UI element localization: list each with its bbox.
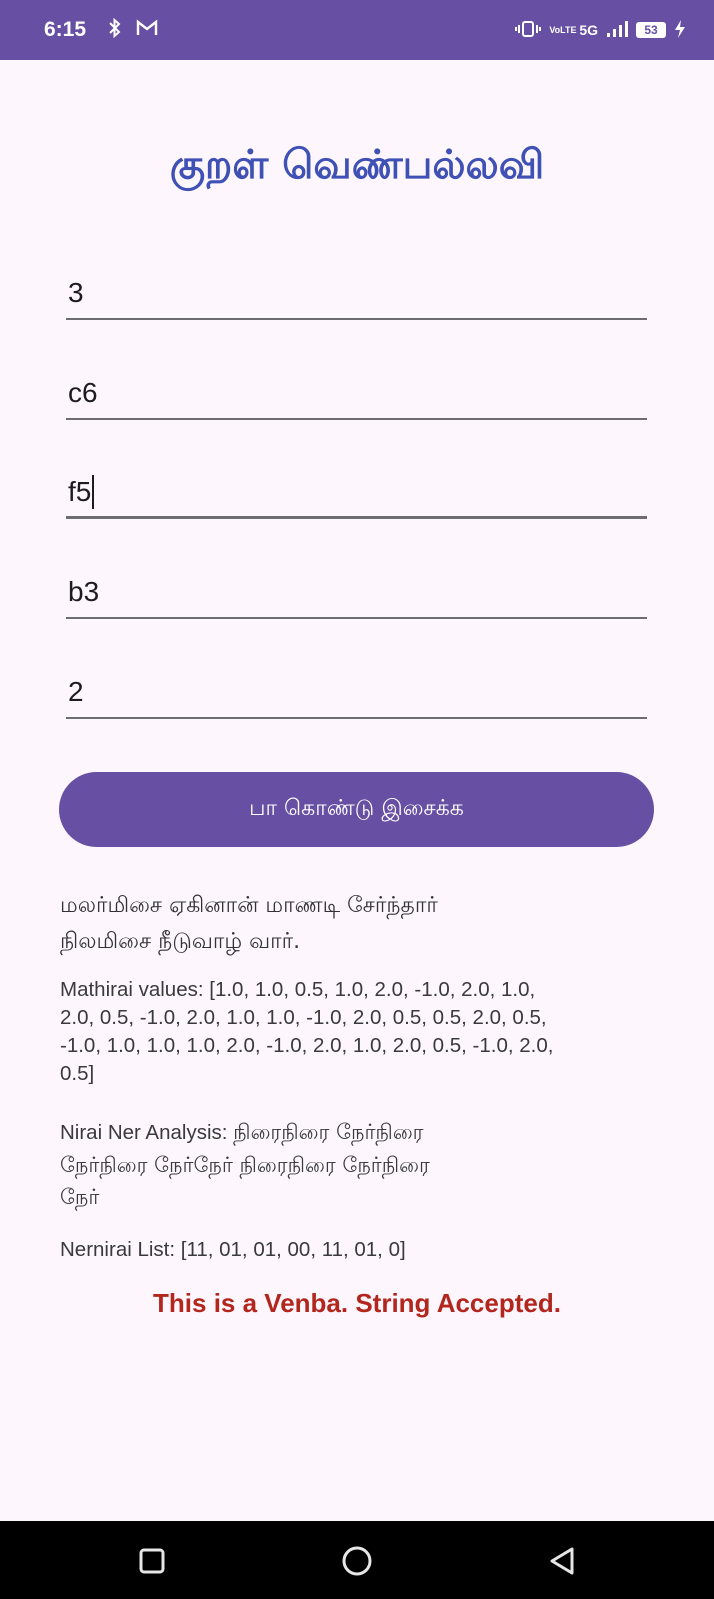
navigation-bar [0,1521,714,1599]
recents-icon[interactable] [132,1541,172,1581]
play-button-label: பா கொண்டு இசைக்க [249,795,464,821]
input-field-3[interactable]: f5 [66,467,647,519]
verdict-message: This is a Venba. String Accepted. [153,1288,561,1318]
kural-line: மலர்மிசை ஏகினான் மாணடி சேர்ந்தார் [60,893,438,918]
status-bar: 6:15 VoLTE 5G 53 [0,0,714,60]
text-cursor [92,474,95,509]
input-value: 3 [68,277,84,308]
kural-text: மலர்மிசை ஏகினான் மாணடி சேர்ந்தார் நிலமிச… [60,888,660,960]
input-field-1[interactable]: 3 [66,268,647,320]
play-button[interactable]: பா கொண்டு இசைக்க [59,772,654,847]
input-value: f5 [68,475,92,507]
bluetooth-icon [108,17,122,43]
analysis-line: நேர்நிரை நேர்நேர் நிரைநிரை நேர்நிரை [60,1153,430,1177]
charging-icon [674,19,686,42]
network-label: 5G [579,22,598,38]
vibrate-icon [515,20,542,41]
input-field-2[interactable]: c6 [66,368,647,420]
home-icon[interactable] [337,1541,377,1581]
mathirai-line: 2.0, 0.5, -1.0, 2.0, 1.0, 1.0, -1.0, 2.0… [60,1006,547,1029]
back-icon[interactable] [542,1541,582,1581]
kural-line: நிலமிசை நீடுவாழ் வார். [60,929,301,954]
volte-icon: VoLTE [549,24,577,35]
mathirai-line: -1.0, 1.0, 1.0, 1.0, 2.0, -1.0, 2.0, 1.0… [60,1034,554,1057]
mathirai-line: Mathirai values: [1.0, 1.0, 0.5, 1.0, 2.… [60,978,536,1001]
analysis-line: நேர் [60,1185,100,1209]
input-value: b3 [68,576,100,607]
input-value: c6 [68,377,98,408]
app-title: குறள் வெண்பல்லவி [169,142,545,188]
mathirai-line: 0.5] [60,1062,95,1085]
analysis-label: Nirai Ner Analysis: [60,1121,234,1144]
input-field-4[interactable]: b3 [66,567,647,619]
signal-icon [606,20,628,41]
nernirai-list: Nernirai List: [11, 01, 01, 00, 11, 01, … [60,1238,406,1261]
mathirai-values: Mathirai values: [1.0, 1.0, 0.5, 1.0, 2.… [60,976,660,1088]
analysis-line: நிரைநிரை நேர்நிரை [233,1120,424,1144]
battery-icon: 53 [636,22,666,38]
status-time: 6:15 [44,18,87,41]
nirai-ner-analysis: Nirai Ner Analysis: நிரைநிரை நேர்நிரை நே… [60,1116,660,1213]
input-field-5[interactable]: 2 [66,667,647,719]
gmail-icon [136,19,158,42]
input-value: 2 [68,676,84,707]
